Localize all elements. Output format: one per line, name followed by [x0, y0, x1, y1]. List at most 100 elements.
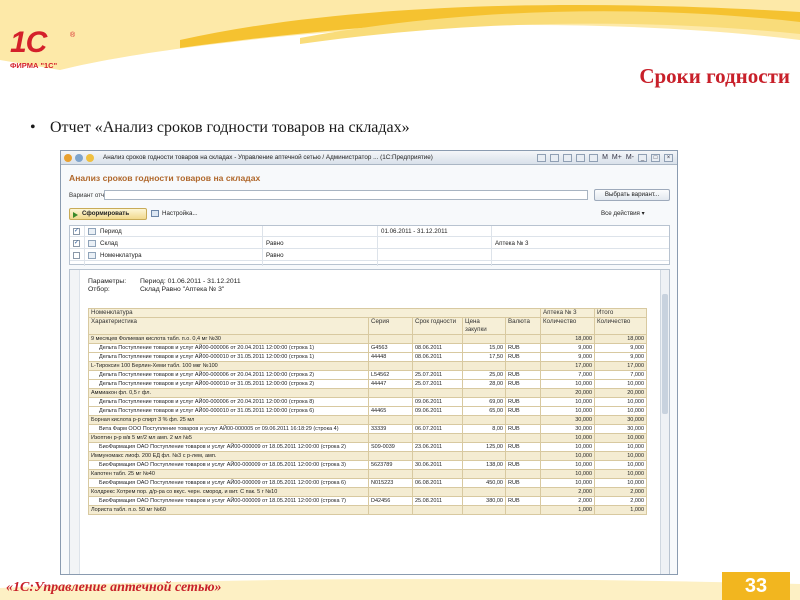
report-content: Параметры: Период: 01.06.2011 - 31.12.201… [82, 270, 659, 574]
close-button[interactable]: × [664, 153, 673, 162]
param-value-2[interactable]: Аптека № 3 [495, 240, 529, 247]
group-row[interactable]: Капотен табл. 25 мг №40 10,000 10,000 [88, 469, 648, 479]
report-title: Анализ сроков годности товаров на склада… [69, 173, 261, 183]
group-row[interactable]: Изоптин р-р в/в 5 мг/2 мл амп. 2 мл №5 10… [88, 433, 648, 443]
favorite-icon[interactable] [86, 153, 94, 162]
cell-total: 17,000 [594, 361, 648, 371]
group-row[interactable]: Колдрекс Хотрем пор. д/р-ра со вкус. чер… [88, 487, 648, 497]
cell-total: 10,000 [594, 478, 648, 488]
memory-plus-button[interactable]: M+ [612, 154, 622, 161]
param-checkbox[interactable] [73, 252, 80, 259]
settings-button[interactable]: Настройка... [151, 210, 198, 217]
group-row[interactable]: Борная кислота р-р спирт 3 % фл. 25 мл 30… [88, 415, 648, 425]
cell-price: 17,50 [462, 352, 506, 362]
cell-expiry [412, 469, 463, 479]
cell-name: Борная кислота р-р спирт 3 % фл. 25 мл [88, 415, 369, 425]
cell-total: 10,000 [594, 406, 648, 416]
param-name: Номенклатура [100, 252, 142, 259]
detail-row[interactable]: БиоФармация ОАО Поступление товаров и ус… [88, 460, 648, 470]
cell-series: S09-0039 [368, 442, 413, 452]
param-name: Период [100, 228, 122, 235]
memory-button[interactable]: M [602, 154, 608, 161]
cell-currency [504, 334, 542, 344]
cell-expiry: 08.06.2011 [412, 343, 463, 353]
cell-price [462, 334, 506, 344]
table-header-row: Номенклатура Аптека № 3 Итого [87, 308, 648, 318]
cell-qty: 2,000 [540, 496, 596, 506]
calendar-icon[interactable] [589, 153, 599, 162]
param-checkbox[interactable]: ✓ [73, 240, 80, 247]
run-report-button[interactable]: Сформировать [69, 208, 147, 220]
memory-minus-button[interactable]: M- [626, 154, 634, 161]
cell-series [368, 505, 413, 515]
param-value[interactable]: 01.06.2011 - 31.12.2011 [381, 228, 448, 235]
detail-row[interactable]: БиоФармация ОАО Поступление товаров и ус… [88, 478, 648, 488]
period-icon [88, 228, 96, 235]
report-parameters: Параметры: Период: 01.06.2011 - 31.12.201… [88, 278, 241, 294]
detail-row[interactable]: БиоФармация ОАО Поступление товаров и ус… [88, 442, 648, 452]
cell-name: Лориста табл. п.о. 50 мг №60 [88, 505, 369, 515]
group-row[interactable]: Аммиакон фл. 0,5 г фл. 20,000 20,000 [88, 388, 648, 398]
cell-expiry: 08.06.2011 [412, 352, 463, 362]
link-icon[interactable] [563, 153, 573, 162]
all-actions-menu[interactable]: Все действия ▾ [601, 210, 645, 217]
report-output[interactable]: Параметры: Период: 01.06.2011 - 31.12.201… [69, 269, 670, 574]
cell-name: 9 месяцев Фолиевая кислота табл. п.о. 0,… [88, 334, 369, 344]
cell-currency: RUB [504, 496, 542, 506]
cell-total: 2,000 [594, 487, 648, 497]
cell-qty: 30,000 [540, 415, 596, 425]
parameters-table: ✓ Период 01.06.2011 - 31.12.2011 ✓ Склад… [69, 225, 670, 266]
cell-currency: RUB [504, 397, 542, 407]
run-report-label: Сформировать [82, 210, 130, 217]
detail-row[interactable]: БиоФармация ОАО Поступление товаров и ус… [88, 496, 648, 506]
print-icon[interactable] [550, 153, 560, 162]
header-characteristic: Характеристика [88, 317, 369, 335]
minimize-button[interactable]: _ [638, 153, 647, 162]
param-row-period[interactable]: ✓ Период 01.06.2011 - 31.12.2011 [70, 226, 669, 237]
cell-currency: RUB [504, 379, 542, 389]
calculator-icon[interactable] [576, 153, 586, 162]
detail-row[interactable]: Дельта Поступление товаров и услуг АЙ00-… [88, 370, 648, 380]
cell-name: БиоФармация ОАО Поступление товаров и ус… [88, 442, 369, 452]
params-value: Период: 01.06.2011 - 31.12.2011 [140, 278, 241, 285]
param-row-nomenclature[interactable]: Номенклатура Равно [70, 250, 669, 261]
maximize-button[interactable]: □ [651, 153, 660, 162]
detail-row[interactable]: Дельта Поступление товаров и услуг АЙ00-… [88, 397, 648, 407]
group-row[interactable]: Лориста табл. п.о. 50 мг №60 1,000 1,000 [88, 505, 648, 515]
vertical-scrollbar[interactable] [660, 270, 669, 574]
cell-expiry: 23.06.2011 [412, 442, 463, 452]
param-checkbox[interactable]: ✓ [73, 228, 80, 235]
detail-row[interactable]: Дельта Поступление товаров и услуг АЙ00-… [88, 406, 648, 416]
group-row[interactable]: L-Тироксин 100 Берлин-Хеми табл. 100 мкг… [88, 361, 648, 371]
cell-expiry: 06.07.2011 [412, 424, 463, 434]
header-total: Итого [594, 308, 648, 318]
cell-name: Дельта Поступление товаров и услуг АЙ00-… [88, 352, 369, 362]
detail-row[interactable]: Вита Фарм ООО Поступление товаров и услу… [88, 424, 648, 434]
header-currency: Валюта [504, 317, 542, 335]
cell-price: 450,00 [462, 478, 506, 488]
detail-row[interactable]: Дельта Поступление товаров и услуг АЙ00-… [88, 352, 648, 362]
detail-row[interactable]: Дельта Поступление товаров и услуг АЙ00-… [88, 343, 648, 353]
cell-expiry [412, 334, 463, 344]
group-row[interactable]: 9 месяцев Фолиевая кислота табл. п.о. 0,… [88, 334, 648, 344]
cell-total: 10,000 [594, 460, 648, 470]
footer-product-name: «1С:Управление аптечной сетью» [6, 580, 222, 595]
back-icon[interactable] [75, 153, 83, 162]
cell-qty: 9,000 [540, 343, 596, 353]
warehouse-icon [88, 240, 96, 247]
group-row[interactable]: Иммуномакс лиоф. 200 ЕД фл. №3 с р-лем, … [88, 451, 648, 461]
variant-input[interactable] [104, 190, 588, 200]
detail-row[interactable]: Дельта Поступление товаров и услуг АЙ00-… [88, 379, 648, 389]
cell-qty: 18,000 [540, 334, 596, 344]
scrollbar-thumb[interactable] [662, 294, 668, 414]
param-row-warehouse[interactable]: ✓ Склад Равно Аптека № 3 [70, 238, 669, 249]
settings-label: Настройка... [162, 210, 198, 217]
slide-title: Сроки годности [639, 64, 790, 88]
header-qty-total: Количество [594, 317, 648, 335]
cell-currency: RUB [504, 406, 542, 416]
cell-total: 9,000 [594, 343, 648, 353]
save-icon[interactable] [537, 153, 547, 162]
select-variant-button[interactable]: Выбрать вариант... [594, 189, 670, 201]
logo-subtitle: ФИРМА "1С" [10, 61, 58, 70]
cell-expiry: 30.06.2011 [412, 460, 463, 470]
